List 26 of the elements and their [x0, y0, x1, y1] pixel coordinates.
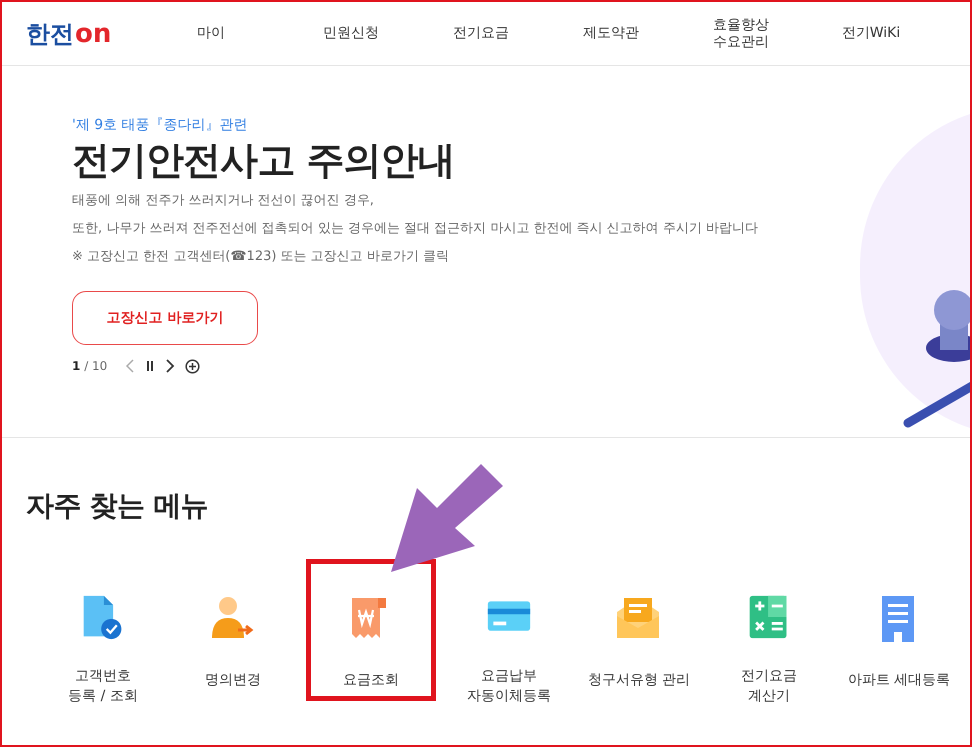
- banner-title: 전기안전사고 주의안내: [72, 137, 456, 184]
- report-fault-button[interactable]: 고장신고 바로가기: [72, 291, 258, 345]
- plus-circle-icon[interactable]: [185, 358, 200, 374]
- banner-eyebrow: '제 9호 태풍『종다리』관련: [72, 116, 249, 135]
- nav-link[interactable]: 전기WiKi: [806, 25, 936, 42]
- menu-item[interactable]: 명의변경: [168, 564, 298, 706]
- menu-item[interactable]: 고객번호 등록 / 조회: [38, 564, 168, 706]
- menu-item[interactable]: 청구서유형 관리: [574, 564, 704, 706]
- logo-accent[interactable]: on: [75, 20, 112, 46]
- menu-item[interactable]: 아파트 세대등록: [834, 564, 964, 706]
- menu-item[interactable]: 요금조회: [306, 559, 436, 701]
- banner-text: ※ 고장신고 한전 고객센터(☎123) 또는 고장신고 바로가기 클릭: [72, 248, 450, 266]
- nav-link[interactable]: 전기요금: [416, 25, 546, 42]
- section-title: 자주 찾는 메뉴: [26, 488, 209, 524]
- menu-item[interactable]: 전기요금 계산기: [704, 564, 834, 706]
- nav-link[interactable]: 민원신청: [286, 25, 416, 42]
- next-icon[interactable]: [165, 359, 176, 373]
- pause-icon[interactable]: [145, 360, 156, 372]
- menu-item[interactable]: 요금납부 자동이체등록: [444, 564, 574, 706]
- nav-link[interactable]: 마이: [136, 25, 286, 42]
- nav-link[interactable]: 효율향상 수요관리: [676, 16, 806, 50]
- logo-text[interactable]: 한전: [26, 22, 74, 46]
- banner-text: 태풍에 의해 전주가 쓰러지거나 전선이 끊어진 경우,: [72, 192, 375, 210]
- slide-counter: 1 / 10: [72, 358, 108, 375]
- nav-link[interactable]: 제도약관: [546, 25, 676, 42]
- banner-text: 또한, 나무가 쓰러져 전주전선에 접촉되어 있는 경우에는 절대 접근하지 마시고 한전에 즉시 신고하여 주시기 바랍니다: [72, 220, 758, 238]
